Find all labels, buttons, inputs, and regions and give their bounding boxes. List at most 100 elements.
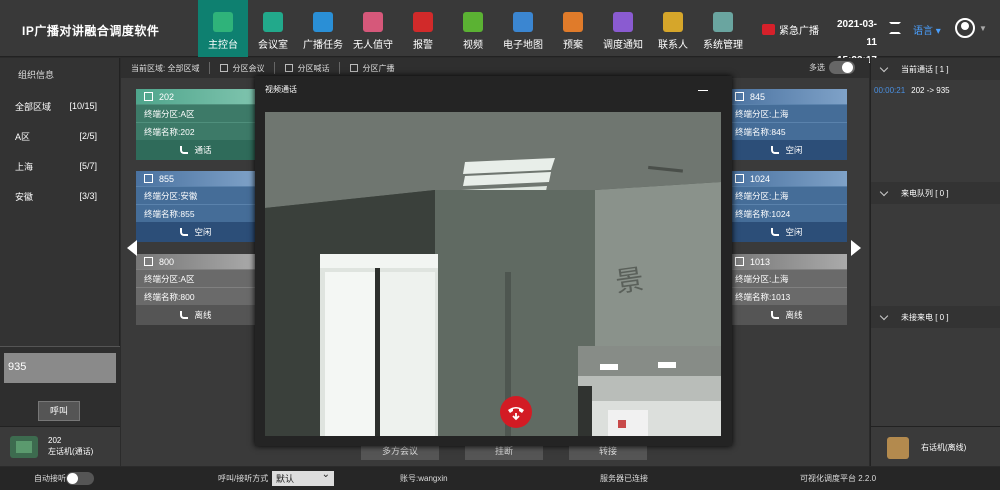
nav-label: 视频 — [463, 40, 483, 51]
nav-label: 系统管理 — [703, 40, 743, 51]
unattended-icon — [363, 12, 383, 32]
nav-item-1[interactable]: 会议室 — [248, 0, 298, 57]
minimize-icon[interactable] — [698, 90, 708, 91]
zone-meeting-icon — [220, 64, 229, 72]
terminal-icon — [735, 92, 744, 101]
nav-label: 无人值守 — [353, 40, 393, 51]
nav-item-4[interactable]: 报警 — [398, 0, 448, 57]
zone-talk-button[interactable]: 分区喊话 — [275, 63, 339, 74]
hangup-call-icon[interactable] — [500, 396, 532, 428]
terminal-card[interactable]: 1024 终端分区:上海 终端名称:1024 空闲 — [727, 171, 847, 242]
terminal-card[interactable]: 1013 终端分区:上海 终端名称:1013 离线 — [727, 254, 847, 325]
nav-label: 会议室 — [258, 40, 288, 51]
terminal-header: 1024 — [727, 171, 847, 186]
left-phone-state: 左话机(通话) — [48, 447, 94, 456]
current-area: 当前区域: 全部区域 — [131, 63, 200, 73]
call-duration: 00:00:21 — [874, 85, 906, 95]
terminal-status-label: 离线 — [194, 310, 212, 320]
phone-icon — [180, 228, 189, 236]
notice-icon — [613, 12, 633, 32]
right-phone-state: 右话机(离线) — [921, 443, 967, 452]
terminal-header: 1013 — [727, 254, 847, 269]
nav-item-10[interactable]: 系统管理 — [698, 0, 748, 57]
terminal-name: 终端名称:1013 — [727, 287, 847, 305]
nav-item-2[interactable]: 广播任务 — [298, 0, 348, 57]
dialog-title: 视频通话 — [265, 85, 297, 94]
terminal-status-label: 空闲 — [785, 145, 803, 155]
terminal-card[interactable]: 855 终端分区:安徽 终端名称:855 空闲 — [136, 171, 256, 242]
call-button[interactable]: 呼叫 — [38, 401, 80, 421]
current-calls-header[interactable]: 当前通话 [ 1 ] — [871, 58, 1000, 80]
terminal-icon — [144, 92, 153, 101]
nav-item-6[interactable]: 电子地图 — [498, 0, 548, 57]
missed-calls-header[interactable]: 未接来电 [ 0 ] — [871, 306, 1000, 328]
terminal-name: 终端名称:855 — [136, 204, 256, 222]
nav-item-0[interactable]: 主控台 — [198, 0, 248, 57]
terminal-status-label: 离线 — [785, 310, 803, 320]
left-panel: 组织信息 全部区域 [10/15] A区 [2/5] 上海 [5/7] 安徽 [3/3] 93… — [0, 58, 120, 466]
terminal-status: 离线 — [727, 305, 847, 325]
phone-icon — [771, 311, 780, 319]
terminal-header: 202 — [136, 89, 256, 104]
left-phone-status: 202 左话机(通话) — [0, 426, 120, 466]
svg-text:一: 一 — [644, 147, 686, 195]
group-item[interactable]: 全部区域 [10/15] — [0, 91, 119, 121]
top-bar: IP广播对讲融合调度软件 主控台 会议室 广播任务 无人值守 报警 视频 电子地图 预案 调度通… — [0, 0, 1000, 66]
zone-broadcast-button[interactable]: 分区广播 — [340, 63, 404, 74]
nav-item-7[interactable]: 预案 — [548, 0, 598, 57]
phone-icon — [771, 146, 780, 154]
server-status: 服务器已连接 — [600, 474, 648, 483]
group-item[interactable]: 安徽 [3/3] — [0, 181, 119, 211]
main-nav: 主控台 会议室 广播任务 无人值守 报警 视频 电子地图 预案 调度通知 联系人 系统管理 — [198, 0, 748, 57]
terminal-card[interactable]: 845 终端分区:上海 终端名称:845 空闲 — [727, 89, 847, 160]
nav-item-5[interactable]: 视频 — [448, 0, 498, 57]
system-settings-icon — [713, 12, 733, 32]
map-icon — [513, 12, 533, 32]
desk-phone-icon — [10, 436, 38, 458]
broadcast-task-icon — [313, 12, 333, 32]
terminal-icon — [735, 257, 744, 266]
nav-item-9[interactable]: 联系人 — [648, 0, 698, 57]
user-menu-chevron-icon[interactable]: ▼ — [979, 24, 987, 33]
multi-select: 多选 — [809, 61, 855, 74]
org-info-title: 组织信息 — [18, 70, 55, 80]
nav-label: 调度通知 — [603, 40, 643, 51]
group-item[interactable]: A区 [2/5] — [0, 121, 119, 151]
multi-select-toggle[interactable] — [829, 61, 855, 74]
next-page-arrow-icon[interactable] — [851, 240, 861, 256]
incoming-queue-header[interactable]: 来电队列 [ 0 ] — [871, 182, 1000, 204]
zone-meeting-button[interactable]: 分区会议 — [210, 63, 274, 74]
dial-input[interactable]: 935 — [4, 353, 116, 383]
terminal-name: 终端名称:845 — [727, 122, 847, 140]
terminal-card[interactable]: 800 终端分区:A区 终端名称:800 离线 — [136, 254, 256, 325]
terminal-zone: 终端分区:上海 — [727, 104, 847, 122]
current-call-item[interactable]: 00:00:21 202 -> 935 — [871, 80, 1000, 100]
call-route: 202 -> 935 — [911, 85, 950, 95]
group-count: [5/7] — [79, 161, 97, 171]
nav-item-8[interactable]: 调度通知 — [598, 0, 648, 57]
terminal-id: 800 — [159, 256, 175, 267]
call-mode-select[interactable]: 默认 — [272, 469, 334, 486]
auto-answer-toggle[interactable] — [66, 472, 94, 485]
alarm-icon — [413, 12, 433, 32]
nav-item-3[interactable]: 无人值守 — [348, 0, 398, 57]
language-dropdown[interactable]: 语言 ▾ — [913, 22, 941, 37]
emergency-broadcast-button[interactable]: 紧急广播 — [762, 22, 819, 37]
terminal-card[interactable]: 202 终端分区:A区 终端名称:202 通话 — [136, 89, 256, 160]
nav-label: 主控台 — [208, 40, 238, 51]
nav-label: 预案 — [563, 40, 583, 51]
terminal-zone: 终端分区:安徽 — [136, 186, 256, 204]
terminal-header: 845 — [727, 89, 847, 104]
phone-icon — [180, 146, 189, 154]
fullscreen-icon[interactable] — [889, 22, 901, 34]
remote-video: 一 景 — [265, 112, 721, 436]
terminal-status: 空闲 — [727, 222, 847, 242]
prev-page-arrow-icon[interactable] — [127, 240, 137, 256]
group-item[interactable]: 上海 [5/7] — [0, 151, 119, 181]
nav-label: 联系人 — [658, 40, 688, 51]
terminal-zone: 终端分区:上海 — [727, 186, 847, 204]
group-name: 全部区域 — [15, 101, 52, 112]
terminal-icon — [144, 174, 153, 183]
user-avatar-icon[interactable] — [955, 18, 975, 38]
right-panel: 当前通话 [ 1 ] 00:00:21 202 -> 935 来电队列 [ 0 … — [870, 58, 1000, 466]
